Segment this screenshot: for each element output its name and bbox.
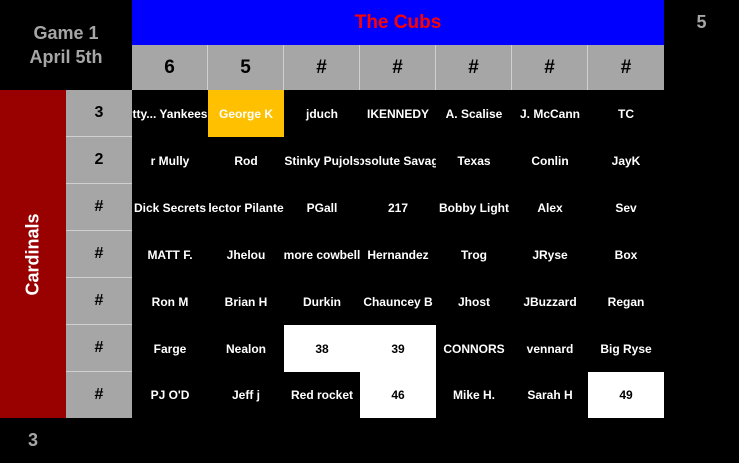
grid-cell[interactable]: CONNORS xyxy=(436,325,512,372)
grid-cell[interactable]: Jeff j xyxy=(208,372,284,418)
grid-row: PJ O'D Jeff j Red rocket 46 Mike H. Sarah H 49 xyxy=(132,372,664,418)
grid-cell[interactable]: 49 xyxy=(588,372,664,418)
grid-cell[interactable]: A. Scalise xyxy=(436,90,512,137)
top-team-header: The Cubs xyxy=(132,0,664,45)
row-header: # xyxy=(66,278,132,325)
grid-cell[interactable]: Big Ryse xyxy=(588,325,664,372)
column-header: 6 xyxy=(132,45,208,90)
grid-cell[interactable]: 38 xyxy=(284,325,360,372)
column-header: # xyxy=(284,45,360,90)
row-header: 3 xyxy=(66,90,132,137)
grid-cell[interactable]: PJ O'D xyxy=(132,372,208,418)
grid-cell[interactable]: Sev xyxy=(588,184,664,231)
side-team-score: 3 xyxy=(27,430,38,450)
grid-cell[interactable]: Ron M xyxy=(132,278,208,325)
row-header: 2 xyxy=(66,137,132,184)
grid-row: MATT F. Jhelou more cowbell Hernandez Trog JR… xyxy=(132,231,664,278)
grid-row: Dick Secrets lector Pilante PGall 217 Bobby … xyxy=(132,184,664,231)
grid-cell[interactable]: Durkin xyxy=(284,278,360,325)
grid-cell[interactable]: 46 xyxy=(360,372,436,418)
top-team-name: The Cubs xyxy=(354,11,442,33)
column-header: # xyxy=(436,45,512,90)
grid-cell[interactable]: TC xyxy=(588,90,664,137)
grid-row: r Mully Rod Stinky Pujols bsolute Savag Texa… xyxy=(132,137,664,184)
grid-cell[interactable]: r Mully xyxy=(132,137,208,184)
grid-cell[interactable]: Rod xyxy=(208,137,284,184)
row-header: # xyxy=(66,325,132,372)
grid-cell[interactable]: vennard xyxy=(512,325,588,372)
column-header: # xyxy=(360,45,436,90)
row-header-column: 3 2 # # # # # xyxy=(66,90,132,418)
grid-cell[interactable]: Red rocket xyxy=(284,372,360,418)
grid-row: Farge Nealon 38 39 CONNORS vennard Big Ryse xyxy=(132,325,664,372)
grid-cell[interactable]: 39 xyxy=(360,325,436,372)
side-team-header: Cardinals xyxy=(0,90,66,418)
column-header: 5 xyxy=(208,45,284,90)
game-date: April 5th xyxy=(29,47,103,67)
grid-cell[interactable]: JayK xyxy=(588,137,664,184)
game-title: Game 1 April 5th xyxy=(0,0,132,90)
grid-cell[interactable]: Stinky Pujols xyxy=(284,137,360,184)
grid-cell[interactable]: bsolute Savag xyxy=(360,137,436,184)
grid-cell[interactable]: JBuzzard xyxy=(512,278,588,325)
grid-cell[interactable]: J. McCann xyxy=(512,90,588,137)
grid-cell[interactable]: Regan xyxy=(588,278,664,325)
side-team-name: Cardinals xyxy=(22,212,43,296)
grid-cell[interactable]: Jhelou xyxy=(208,231,284,278)
grid-cell[interactable]: more cowbell xyxy=(284,231,360,278)
grid-cell[interactable]: Chauncey B xyxy=(360,278,436,325)
grid-cell[interactable]: Brian H xyxy=(208,278,284,325)
row-header: # xyxy=(66,231,132,278)
squares-grid: tty... Yankees George Kjduch IKENNEDY A. Sc… xyxy=(132,90,664,418)
grid-cell[interactable]: Trog xyxy=(436,231,512,278)
row-header: # xyxy=(66,184,132,231)
grid-cell[interactable]: Sarah H xyxy=(512,372,588,418)
grid-row: tty... Yankees George Kjduch IKENNEDY A. Sc… xyxy=(132,90,664,137)
column-header: # xyxy=(588,45,664,90)
column-header-row: 6 5 # # # # # xyxy=(132,45,664,90)
grid-cell[interactable]: Dick Secrets xyxy=(132,184,208,231)
grid-cell[interactable]: IKENNEDY xyxy=(360,90,436,137)
grid-cell[interactable]: tty... Yankees xyxy=(132,90,208,137)
column-header: # xyxy=(512,45,588,90)
grid-row: Ron M Brian H Durkin Chauncey B Jhost JBuzzar… xyxy=(132,278,664,325)
grid-cell[interactable]: JRyse xyxy=(512,231,588,278)
grid-cell[interactable]: Alex xyxy=(512,184,588,231)
row-header: # xyxy=(66,372,132,418)
grid-cell[interactable]: PGall xyxy=(284,184,360,231)
grid-cell[interactable]: Hernandez xyxy=(360,231,436,278)
game-number: Game 1 xyxy=(33,23,99,43)
top-team-score: 5 xyxy=(696,12,707,32)
grid-cell[interactable]: Mike H. xyxy=(436,372,512,418)
grid-cell[interactable]: George K xyxy=(208,90,284,137)
grid-cell[interactable]: MATT F. xyxy=(132,231,208,278)
grid-cell[interactable]: Farge xyxy=(132,325,208,372)
grid-cell[interactable]: lector Pilante xyxy=(208,184,284,231)
grid-cell[interactable]: Conlin xyxy=(512,137,588,184)
grid-cell[interactable]: Texas xyxy=(436,137,512,184)
grid-cell[interactable]: Nealon xyxy=(208,325,284,372)
grid-cell[interactable]: Jhost xyxy=(436,278,512,325)
grid-cell[interactable]: 217 xyxy=(360,184,436,231)
grid-cell[interactable]: Bobby Light xyxy=(436,184,512,231)
grid-cell[interactable]: Box xyxy=(588,231,664,278)
grid-cell[interactable]: jduch xyxy=(284,90,360,137)
